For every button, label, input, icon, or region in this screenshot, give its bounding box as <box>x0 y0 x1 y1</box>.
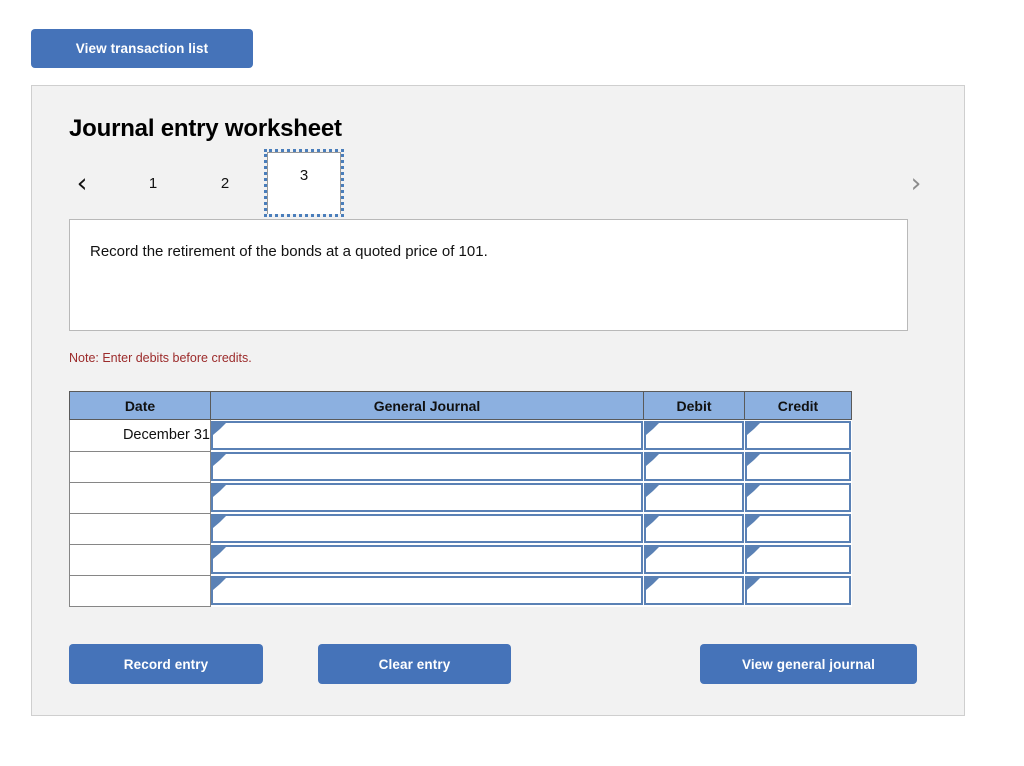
credit-cell[interactable] <box>744 544 852 575</box>
general-journal-input[interactable] <box>211 576 643 605</box>
credit-cell[interactable] <box>744 575 852 606</box>
general-journal-cell[interactable] <box>210 513 644 544</box>
credit-cell[interactable] <box>744 482 852 513</box>
credit-input[interactable] <box>744 514 851 543</box>
worksheet-tab-2[interactable]: 2 <box>209 160 241 206</box>
column-header-credit: Credit <box>744 391 852 420</box>
chevron-right-icon[interactable]: › <box>903 166 929 200</box>
general-journal-cell[interactable] <box>210 544 644 575</box>
debit-input[interactable] <box>643 421 744 450</box>
view-transaction-list-button[interactable]: View transaction list <box>31 29 253 68</box>
table-row <box>69 513 852 545</box>
general-journal-cell[interactable] <box>210 482 644 513</box>
debit-input[interactable] <box>643 576 744 605</box>
date-cell[interactable]: December 31 <box>69 419 211 452</box>
credit-input[interactable] <box>744 452 851 481</box>
debit-cell[interactable] <box>643 513 745 544</box>
date-cell[interactable] <box>69 513 211 545</box>
debit-cell[interactable] <box>643 544 745 575</box>
debits-before-credits-note: Note: Enter debits before credits. <box>69 351 252 365</box>
clear-entry-button[interactable]: Clear entry <box>318 644 511 684</box>
debit-input[interactable] <box>643 545 744 574</box>
chevron-left-icon[interactable]: ‹ <box>69 166 95 200</box>
debit-input[interactable] <box>643 452 744 481</box>
instruction-panel: Record the retirement of the bonds at a … <box>69 219 908 331</box>
column-header-debit: Debit <box>643 391 745 420</box>
date-cell[interactable] <box>69 544 211 576</box>
worksheet-tabstrip: ‹ 1 2 3 › <box>69 149 929 217</box>
date-cell[interactable] <box>69 575 211 607</box>
general-journal-input[interactable] <box>211 545 643 574</box>
general-journal-cell[interactable] <box>210 451 644 482</box>
credit-cell[interactable] <box>744 419 852 451</box>
debit-cell[interactable] <box>643 451 745 482</box>
worksheet-page: View transaction list Journal entry work… <box>0 0 1024 766</box>
debit-input[interactable] <box>643 483 744 512</box>
date-cell[interactable] <box>69 482 211 514</box>
instruction-text: Record the retirement of the bonds at a … <box>90 243 488 260</box>
table-row <box>69 451 852 483</box>
view-general-journal-button[interactable]: View general journal <box>700 644 917 684</box>
general-journal-input[interactable] <box>211 483 643 512</box>
credit-input[interactable] <box>744 576 851 605</box>
general-journal-input[interactable] <box>211 514 643 543</box>
general-journal-input[interactable] <box>211 452 643 481</box>
record-entry-button[interactable]: Record entry <box>69 644 263 684</box>
table-header-row: Date General Journal Debit Credit <box>69 391 852 420</box>
credit-input[interactable] <box>744 483 851 512</box>
credit-cell[interactable] <box>744 451 852 482</box>
table-row <box>69 575 852 607</box>
general-journal-cell[interactable] <box>210 575 644 606</box>
debit-input[interactable] <box>643 514 744 543</box>
journal-entry-panel: Journal entry worksheet ‹ 1 2 3 › Record… <box>31 85 965 716</box>
date-cell[interactable] <box>69 451 211 483</box>
debit-cell[interactable] <box>643 482 745 513</box>
general-journal-input[interactable] <box>211 421 643 450</box>
journal-entry-table: Date General Journal Debit Credit Decemb… <box>69 391 852 607</box>
credit-input[interactable] <box>744 545 851 574</box>
worksheet-tab-1[interactable]: 1 <box>137 160 169 206</box>
general-journal-cell[interactable] <box>210 419 644 451</box>
debit-cell[interactable] <box>643 419 745 451</box>
column-header-date: Date <box>69 391 211 420</box>
table-row <box>69 544 852 576</box>
worksheet-tab-3-selected[interactable]: 3 <box>264 149 344 217</box>
debit-cell[interactable] <box>643 575 745 606</box>
credit-input[interactable] <box>744 421 851 450</box>
column-header-general-journal: General Journal <box>210 391 644 420</box>
page-title: Journal entry worksheet <box>69 115 342 142</box>
table-row <box>69 482 852 514</box>
table-row: December 31 <box>69 419 852 452</box>
credit-cell[interactable] <box>744 513 852 544</box>
